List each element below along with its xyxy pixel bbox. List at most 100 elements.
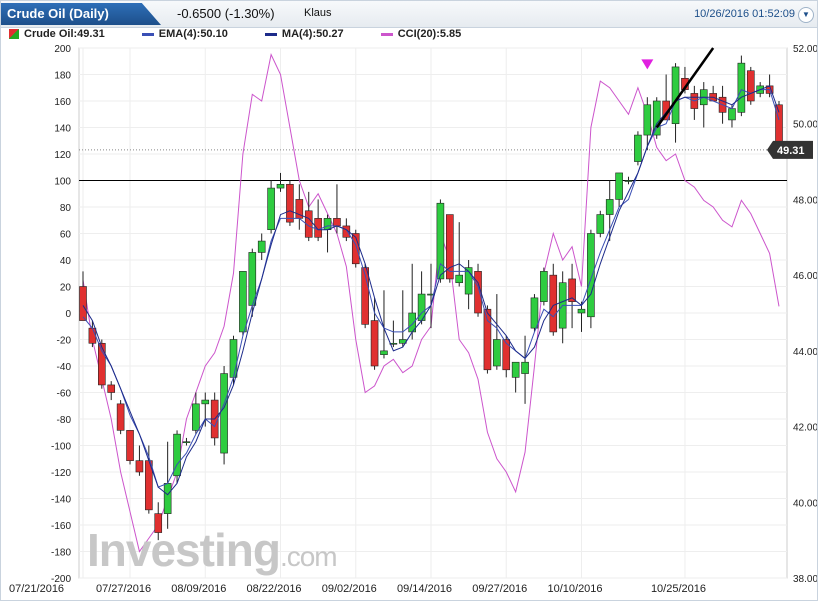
candle-body <box>737 62 746 113</box>
candle-body <box>502 339 511 371</box>
candle-body <box>624 180 633 182</box>
left-tick-label: 180 <box>54 71 71 82</box>
candle-body <box>370 320 379 367</box>
candle <box>126 430 134 465</box>
candle-body <box>116 403 125 431</box>
x-tick-label: 10/25/2016 <box>651 583 706 595</box>
left-tick-label: -60 <box>57 389 72 400</box>
candle <box>286 180 294 226</box>
candle-body <box>79 286 87 321</box>
candle-body <box>257 240 266 253</box>
candle-body <box>577 308 586 314</box>
right-tick-label: 52.00 <box>793 44 817 55</box>
candle <box>634 131 642 166</box>
candle-body <box>333 218 341 227</box>
candle-body <box>587 233 595 318</box>
x-tick-label: 10/10/2016 <box>547 583 602 595</box>
left-tick-label: -160 <box>51 521 71 532</box>
x-tick-label: 09/02/2016 <box>322 583 377 595</box>
last-price-tag: 49.31 <box>767 140 813 159</box>
left-tick-label: -20 <box>57 336 72 347</box>
candle-body <box>521 361 529 374</box>
candle-body <box>483 308 492 371</box>
left-tick-label: 0 <box>65 309 71 320</box>
candle-body <box>436 202 445 280</box>
candle-body <box>615 172 623 200</box>
left-tick-label: -80 <box>57 415 72 426</box>
watermark-brand: Investing <box>87 524 281 576</box>
watermark-suffix: .com <box>279 541 338 572</box>
left-tick-label: 60 <box>60 230 72 241</box>
candle-body <box>634 134 642 162</box>
right-tick-label: 48.00 <box>793 195 817 206</box>
candle-body <box>671 66 680 125</box>
chart-window: Crude Oil (Daily) -0.6500 (-1.30%) Klaus… <box>0 0 818 601</box>
candle-body <box>239 271 247 333</box>
x-tick-label: 08/09/2016 <box>171 583 226 595</box>
left-tick-label: 120 <box>54 150 71 161</box>
right-tick-label: 42.00 <box>793 423 817 434</box>
left-tick-label: 160 <box>54 97 71 108</box>
price-chart[interactable]: 200180160140120100806040200-20-40-60-80-… <box>1 1 817 600</box>
candle <box>446 214 454 283</box>
candle-body <box>549 274 558 333</box>
candle <box>239 271 247 336</box>
candle-body <box>455 274 464 284</box>
x-tick-label: 08/22/2016 <box>247 583 302 595</box>
candle-body <box>493 339 501 367</box>
candle-body <box>98 342 106 386</box>
candle <box>220 366 228 465</box>
left-tick-label: 40 <box>60 256 72 267</box>
right-tick-label: 38.00 <box>793 574 817 585</box>
candle-body <box>728 108 736 121</box>
candle-body <box>596 214 605 234</box>
left-tick-label: -180 <box>51 548 71 559</box>
candle <box>737 55 746 117</box>
candle <box>267 180 275 234</box>
left-tick-label: -120 <box>51 468 71 479</box>
candle-body <box>163 483 172 514</box>
candle-body <box>182 441 191 444</box>
candle-body <box>530 297 539 329</box>
candle-body <box>605 199 614 215</box>
left-tick-label: 200 <box>54 44 71 55</box>
candle-body <box>126 430 134 461</box>
candle-body <box>380 350 388 355</box>
left-tick-label: -140 <box>51 495 71 506</box>
candle-body <box>643 104 652 136</box>
right-tick-label: 50.00 <box>793 120 817 131</box>
left-tick-label: 20 <box>60 283 72 294</box>
candle <box>596 210 605 238</box>
x-tick-label: 07/21/2016 <box>9 583 64 595</box>
candle-body <box>323 218 332 231</box>
left-tick-label: -100 <box>51 442 71 453</box>
candle-body <box>314 218 322 238</box>
left-tick-label: 100 <box>54 177 71 188</box>
left-tick-label: 80 <box>60 203 72 214</box>
watermark-logo: Investing.com <box>87 523 338 577</box>
candle-body <box>192 403 200 431</box>
candle-body <box>201 399 210 405</box>
candle-body <box>135 460 144 473</box>
x-tick-label: 07/27/2016 <box>96 583 151 595</box>
candle <box>540 267 548 306</box>
left-tick-label: -40 <box>57 362 72 373</box>
right-tick-label: 44.00 <box>793 347 817 358</box>
candle-body <box>229 339 238 378</box>
candle-body <box>746 70 755 102</box>
right-tick-label: 46.00 <box>793 271 817 282</box>
candle-body <box>511 361 520 378</box>
x-tick-label: 09/27/2016 <box>472 583 527 595</box>
x-tick-label: 09/14/2016 <box>397 583 452 595</box>
candle-body <box>107 384 116 393</box>
candle <box>746 66 755 105</box>
candle-body <box>286 183 294 223</box>
candle-body <box>88 327 97 344</box>
price-tag-label: 49.31 <box>777 145 805 157</box>
left-tick-label: 140 <box>54 124 71 135</box>
candle-body <box>267 187 275 231</box>
candle-body <box>276 183 285 189</box>
right-tick-label: 40.00 <box>793 498 817 509</box>
candle-body <box>220 373 228 454</box>
candle <box>436 199 445 283</box>
